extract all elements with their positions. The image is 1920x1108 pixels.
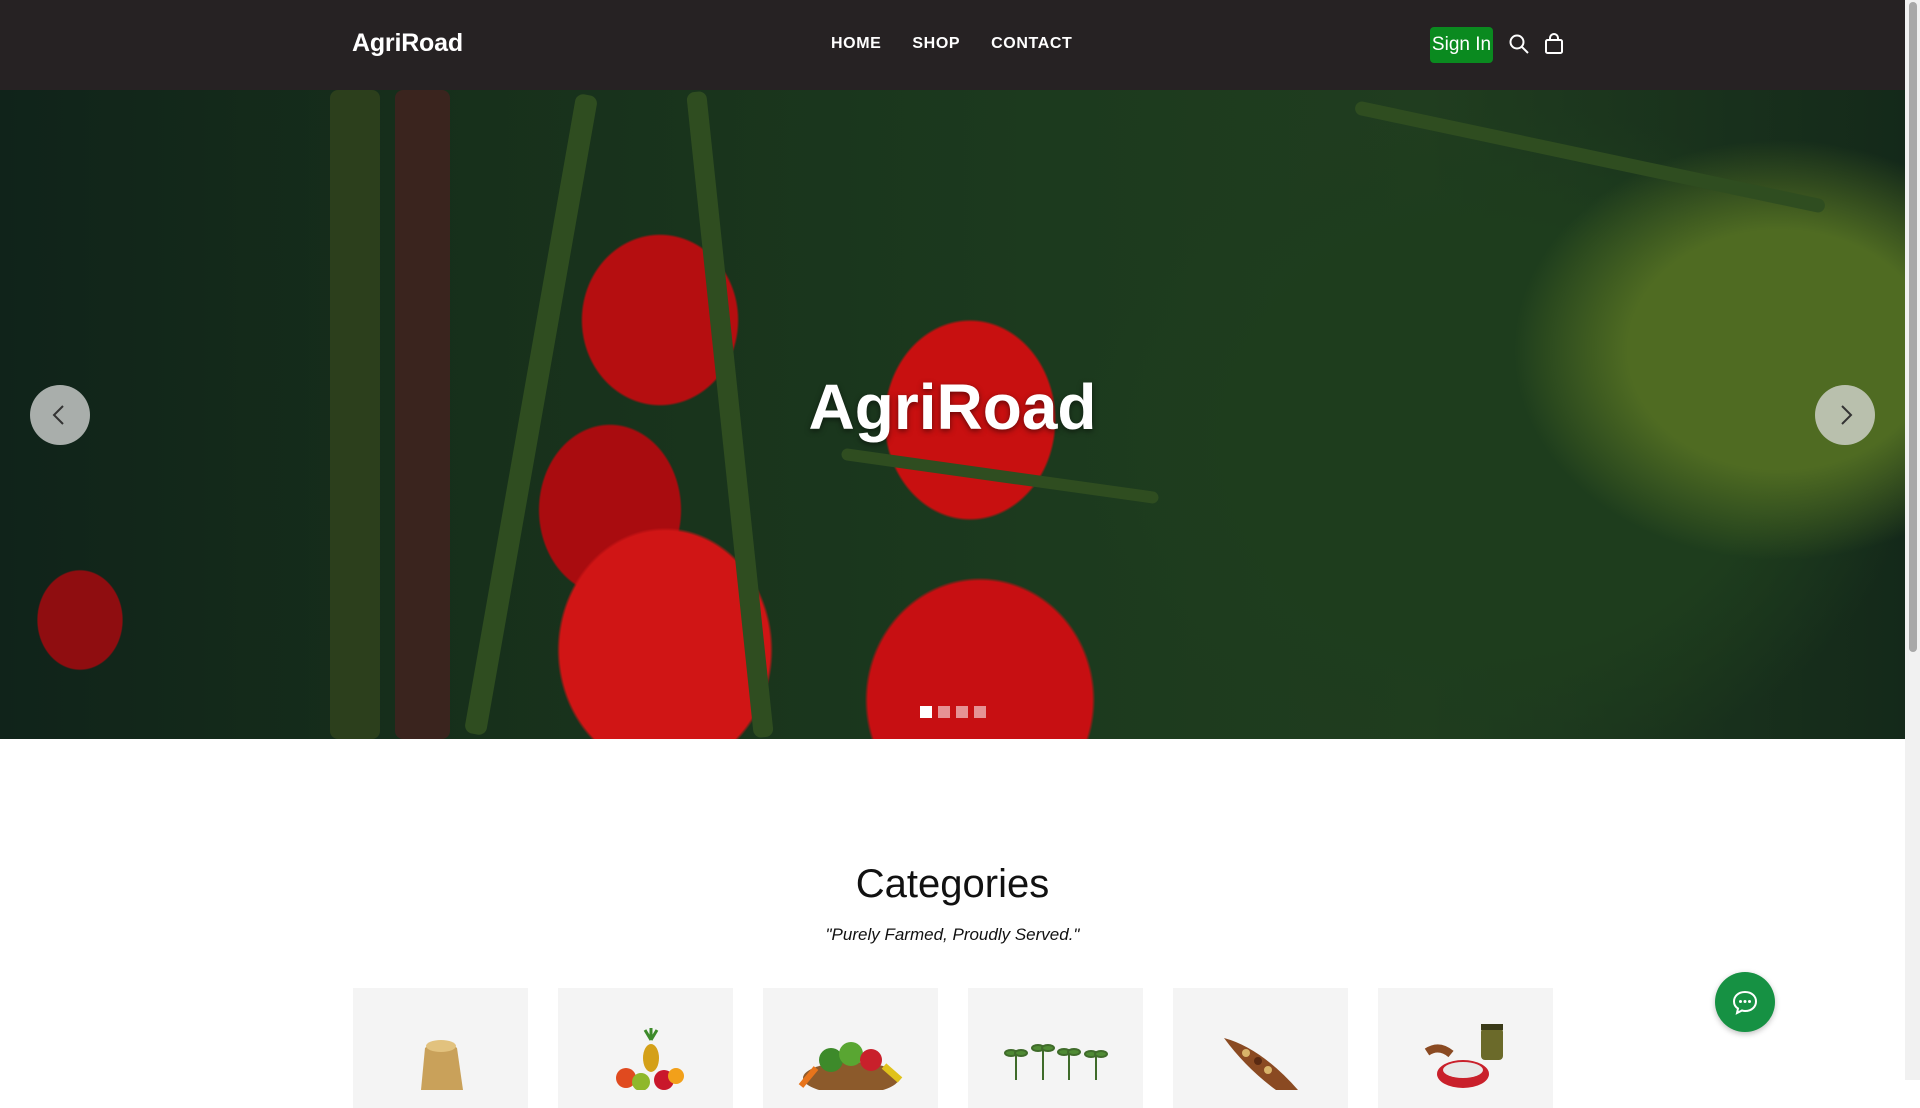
- seedlings-icon: [1003, 1044, 1108, 1080]
- chat-button[interactable]: [1715, 972, 1775, 1032]
- shopping-bag-icon[interactable]: [1543, 33, 1565, 55]
- search-icon[interactable]: [1508, 33, 1530, 55]
- chat-icon: [1732, 990, 1758, 1015]
- scrollbar-thumb[interactable]: [1909, 2, 1917, 652]
- slider-dot-2[interactable]: [938, 706, 950, 718]
- grain-sack-icon: [420, 1040, 463, 1090]
- fruit-basket-icon: [615, 1028, 684, 1090]
- site-header: AgriRoad HOME SHOP CONTACT Sign In: [0, 0, 1905, 90]
- slider-indicators: [920, 706, 986, 718]
- slider-dot-3[interactable]: [956, 706, 968, 718]
- hero-image-stem: [1353, 100, 1827, 214]
- categories-tagline: "Purely Farmed, Proudly Served.": [825, 925, 1080, 944]
- chevron-right-icon: [1841, 405, 1853, 425]
- category-card-pickles[interactable]: [1378, 988, 1553, 1108]
- hero-title: AgriRoad: [808, 371, 1097, 443]
- vegetable-basket-icon: [798, 1042, 902, 1090]
- nav-shop[interactable]: SHOP: [912, 35, 960, 53]
- page-scrollbar[interactable]: [1905, 0, 1920, 1080]
- nav-home[interactable]: HOME: [831, 35, 881, 53]
- category-card-seedlings[interactable]: [968, 988, 1143, 1108]
- main-nav: HOME SHOP CONTACT: [831, 35, 1072, 53]
- site-logo[interactable]: AgriRoad: [352, 29, 463, 58]
- dry-fruits-icon: [1223, 1038, 1298, 1090]
- sign-in-button[interactable]: Sign In: [1430, 27, 1493, 63]
- category-card-grain[interactable]: [353, 988, 528, 1108]
- hero-image-stem: [840, 447, 1160, 505]
- slider-dot-4[interactable]: [974, 706, 986, 718]
- slider-dot-1[interactable]: [920, 706, 932, 718]
- slider-prev-button[interactable]: [30, 385, 90, 445]
- nav-contact[interactable]: CONTACT: [991, 35, 1072, 53]
- slider-next-button[interactable]: [1815, 385, 1875, 445]
- hero-slider: AgriRoad: [0, 90, 1905, 739]
- categories-title: Categories: [855, 862, 1050, 906]
- chevron-left-icon: [52, 405, 64, 425]
- category-card-dry-fruits[interactable]: [1173, 988, 1348, 1108]
- category-card-fruits[interactable]: [558, 988, 733, 1108]
- category-card-vegetables[interactable]: [763, 988, 938, 1108]
